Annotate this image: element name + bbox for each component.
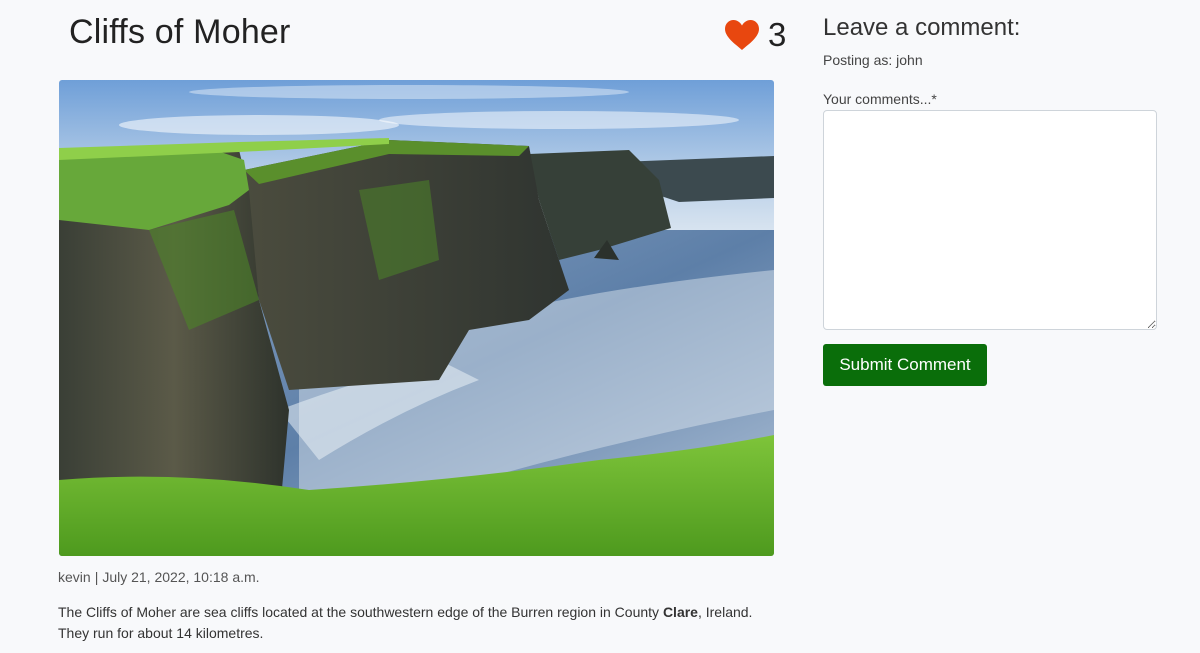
comments-field-label: Your comments...* xyxy=(823,91,937,107)
post-meta: kevin | July 21, 2022, 10:18 a.m. xyxy=(58,569,260,585)
post-detail-page: Cliffs of Moher 3 kevin | July 21, 2022,… xyxy=(0,0,1200,653)
like-button[interactable]: 3 xyxy=(724,18,786,51)
post-body: The Cliffs of Moher are sea cliffs locat… xyxy=(58,602,778,644)
submit-comment-button[interactable]: Submit Comment xyxy=(823,344,987,386)
post-author: kevin xyxy=(58,569,91,585)
post-body-bold: Clare xyxy=(662,604,698,620)
post-body-text: The Cliffs of Moher are sea cliffs locat… xyxy=(58,604,663,620)
heart-icon[interactable] xyxy=(724,19,760,51)
post-date: July 21, 2022, 10:18 a.m. xyxy=(102,569,260,585)
post-title: Cliffs of Moher xyxy=(69,13,291,51)
meta-separator: | xyxy=(94,569,99,585)
like-count: 3 xyxy=(768,16,787,53)
comment-heading: Leave a comment: xyxy=(823,14,1021,41)
posting-as-label: Posting as: john xyxy=(823,52,923,68)
post-image xyxy=(59,80,774,556)
comment-textarea[interactable] xyxy=(823,110,1157,330)
